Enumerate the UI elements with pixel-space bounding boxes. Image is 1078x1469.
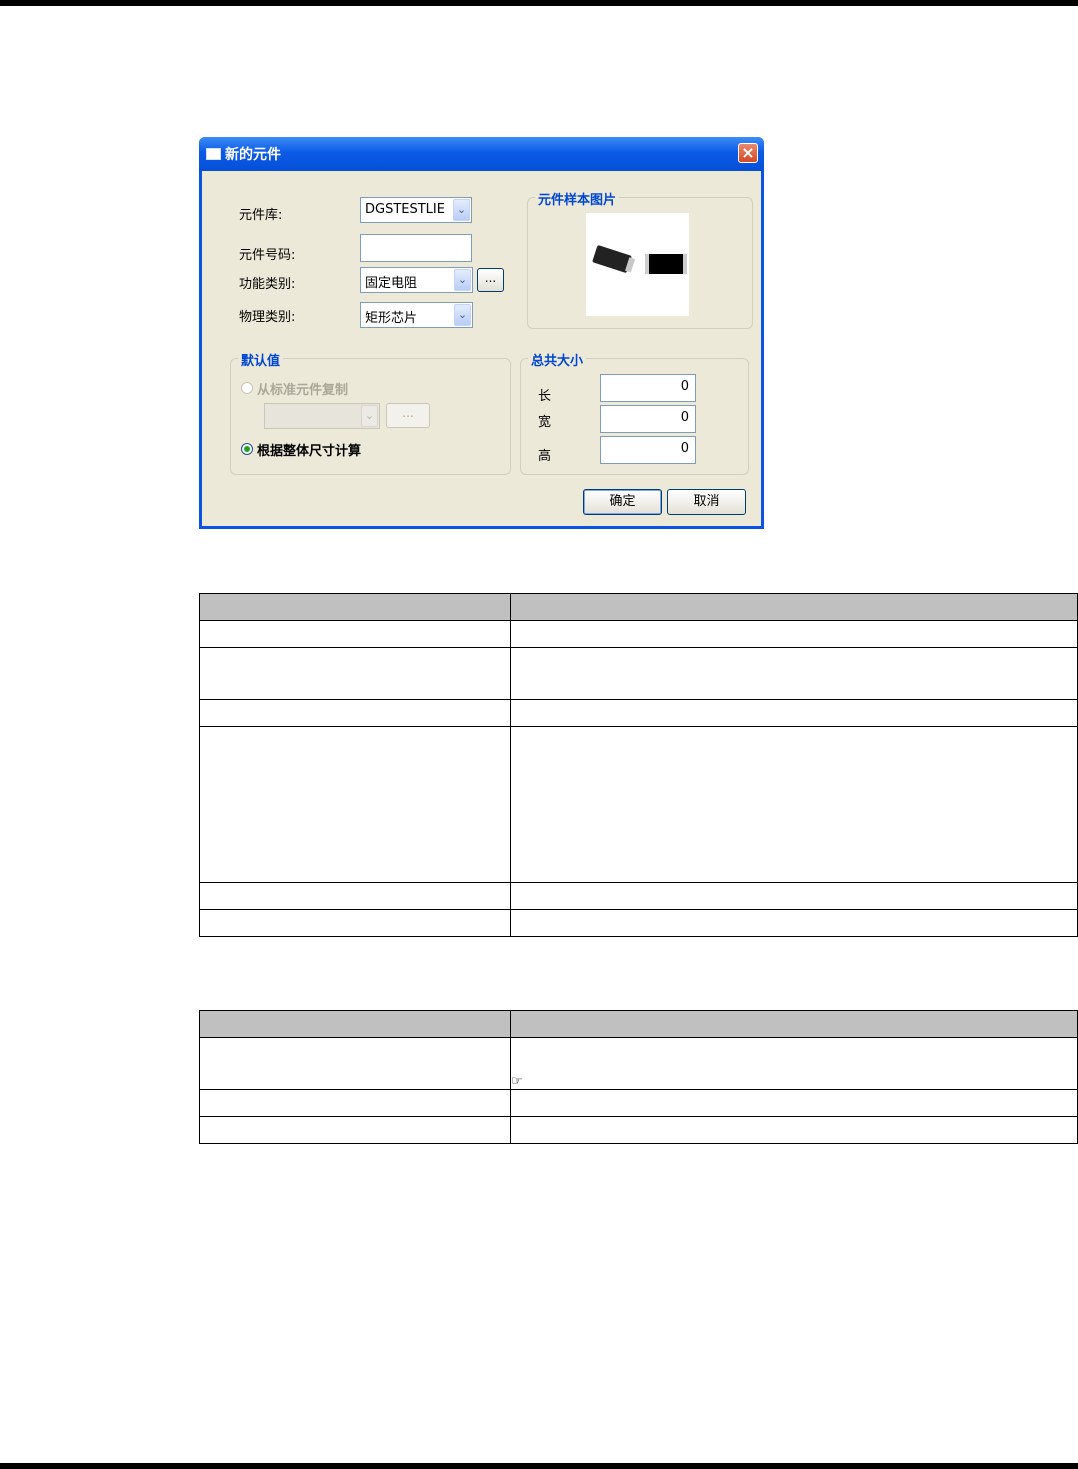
overall-size-group: 总共大小 长 0 宽 0 高 0 bbox=[520, 350, 749, 475]
copy-standard-radio[interactable] bbox=[241, 382, 253, 394]
table-header-cell bbox=[199, 593, 511, 621]
dialog-title: 新的元件 bbox=[225, 147, 281, 163]
calc-size-label: 根据整体尺寸计算 bbox=[257, 444, 362, 459]
chevron-down-icon[interactable]: ⌄ bbox=[454, 304, 471, 326]
width-label: 宽 bbox=[538, 415, 552, 430]
sample-image-group: 元件样本图片 bbox=[527, 189, 753, 329]
parameters-table bbox=[199, 593, 1078, 937]
library-label: 元件库: bbox=[239, 208, 283, 223]
table-header-cell bbox=[510, 593, 1078, 621]
library-combo[interactable]: DGSTESTLIE ⌄ bbox=[360, 197, 472, 223]
part-number-input[interactable] bbox=[360, 234, 472, 262]
physical-category-combo[interactable]: 矩形芯片 ⌄ bbox=[360, 302, 473, 328]
chip-3d-image bbox=[592, 244, 632, 274]
chevron-down-icon[interactable]: ⌄ bbox=[453, 199, 470, 221]
dialog-titlebar: 新的元件 × bbox=[199, 137, 764, 171]
width-input[interactable]: 0 bbox=[600, 405, 696, 433]
length-label: 长 bbox=[538, 389, 552, 404]
chip-top-image bbox=[645, 254, 687, 274]
table-row: ☞ bbox=[199, 1037, 1078, 1090]
function-category-label: 功能类别: bbox=[239, 277, 296, 292]
pointing-hand-icon: ☞ bbox=[511, 1074, 523, 1089]
copy-standard-combo[interactable]: ⌄ bbox=[264, 403, 380, 429]
function-category-value: 固定电阻 bbox=[365, 276, 418, 291]
table-row bbox=[199, 1089, 1078, 1117]
table-row bbox=[199, 726, 1078, 883]
bottom-rule bbox=[0, 1463, 1078, 1469]
table-row bbox=[199, 620, 1078, 648]
table-row bbox=[199, 647, 1078, 700]
close-icon[interactable]: × bbox=[738, 143, 758, 163]
calc-size-radio[interactable] bbox=[241, 443, 253, 455]
chevron-down-icon[interactable]: ⌄ bbox=[454, 269, 471, 291]
table-row bbox=[199, 699, 1078, 727]
table-header-cell bbox=[510, 1010, 1078, 1038]
physical-category-value: 矩形芯片 bbox=[365, 311, 418, 326]
default-values-title: 默认值 bbox=[238, 350, 284, 369]
table-row bbox=[199, 1116, 1078, 1144]
part-sample-image bbox=[586, 213, 689, 316]
table-header-cell bbox=[199, 1010, 511, 1038]
radio-selected-dot bbox=[244, 446, 250, 452]
window-icon bbox=[206, 148, 221, 160]
new-part-dialog: 新的元件 × 元件库: DGSTESTLIE ⌄ 元件号码: 功能类别: 固定电… bbox=[199, 137, 764, 529]
sample-image-group-title: 元件样本图片 bbox=[535, 189, 620, 208]
copy-browse-button[interactable]: ... bbox=[386, 403, 430, 428]
function-category-combo[interactable]: 固定电阻 ⌄ bbox=[360, 267, 473, 293]
table-row bbox=[199, 882, 1078, 910]
library-value: DGSTESTLIE bbox=[365, 202, 445, 217]
height-label: 高 bbox=[538, 449, 552, 464]
part-number-label: 元件号码: bbox=[239, 248, 296, 263]
table-row bbox=[199, 909, 1078, 937]
copy-standard-label: 从标准元件复制 bbox=[257, 383, 349, 398]
cancel-button[interactable]: 取消 bbox=[667, 489, 746, 515]
length-input[interactable]: 0 bbox=[600, 374, 696, 402]
function-browse-button[interactable]: ... bbox=[477, 268, 504, 292]
height-input[interactable]: 0 bbox=[600, 436, 696, 464]
default-values-group: 默认值 从标准元件复制 ⌄ ... 根据整体尺寸计算 bbox=[230, 350, 511, 475]
dialog-body: 元件库: DGSTESTLIE ⌄ 元件号码: 功能类别: 固定电阻 ⌄ ...… bbox=[202, 171, 761, 526]
chevron-down-icon[interactable]: ⌄ bbox=[361, 405, 378, 427]
ok-button[interactable]: 确定 bbox=[583, 489, 662, 515]
physical-category-label: 物理类别: bbox=[239, 310, 296, 325]
top-rule bbox=[0, 0, 1078, 6]
buttons-table: ☞ bbox=[199, 1010, 1078, 1144]
overall-size-title: 总共大小 bbox=[528, 350, 587, 369]
